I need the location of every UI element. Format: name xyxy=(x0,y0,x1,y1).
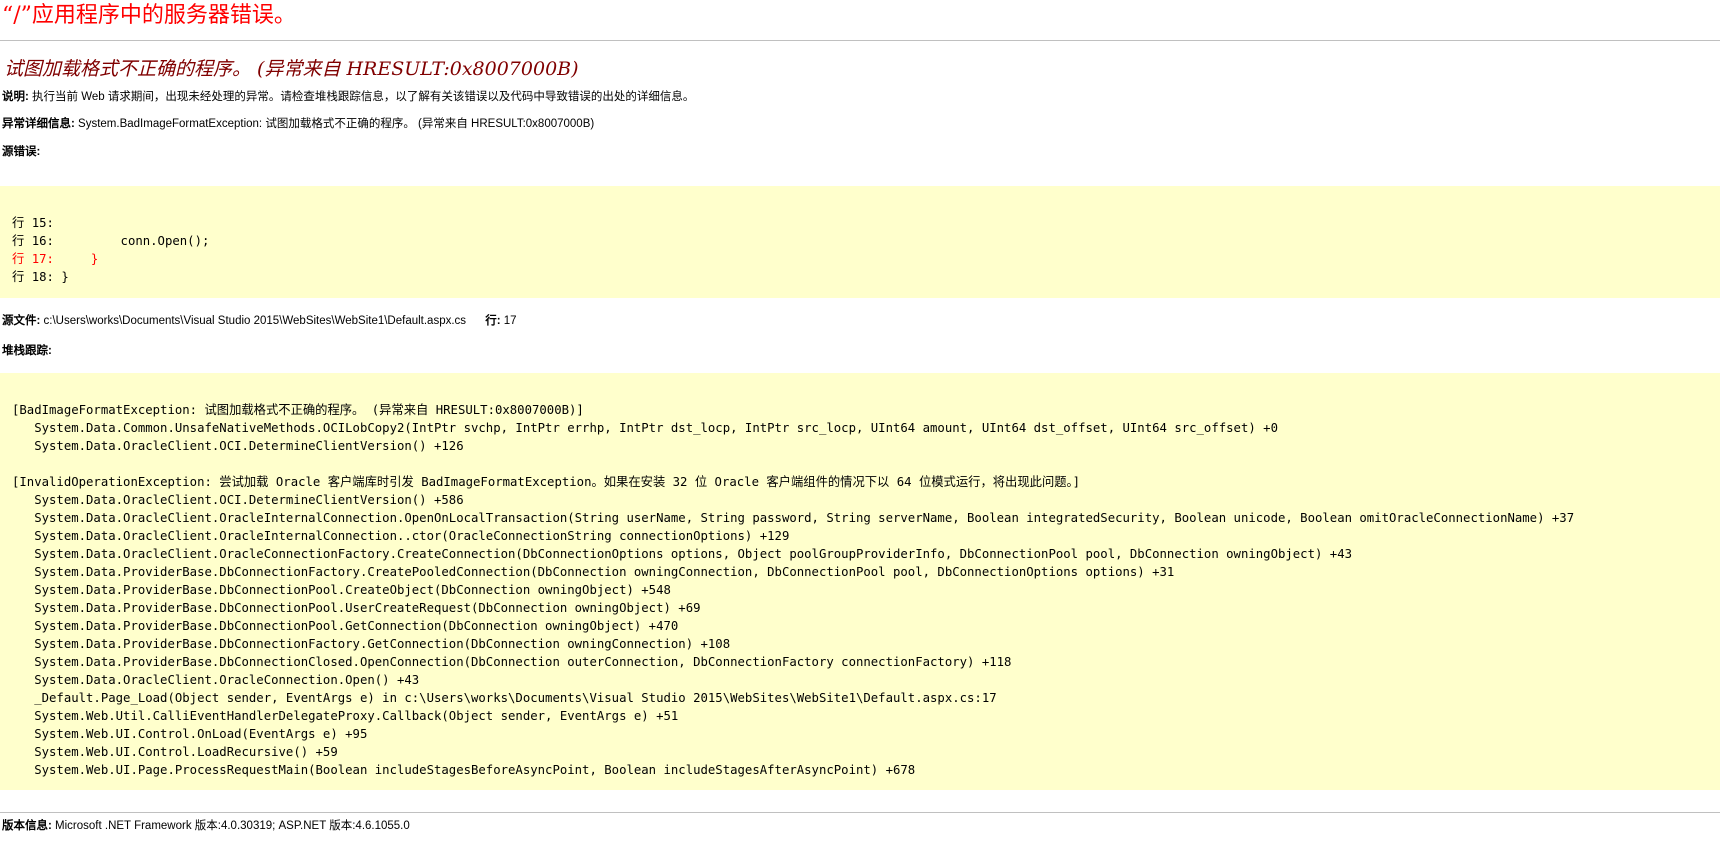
stack-trace-exception: [InvalidOperationException: 尝试加载 Oracle … xyxy=(12,475,1081,489)
stack-trace-frame: System.Data.ProviderBase.DbConnectionPoo… xyxy=(34,601,701,615)
source-line-label: 行: xyxy=(485,315,501,327)
exception-details-text: System.BadImageFormatException: 试图加载格式不正… xyxy=(78,118,595,130)
stack-trace-frame: System.Data.OracleClient.OracleInternalC… xyxy=(34,529,790,543)
stack-trace-frame: System.Data.ProviderBase.DbConnectionPoo… xyxy=(34,583,671,597)
stack-trace-frame: System.Data.OracleClient.OCI.DetermineCl… xyxy=(34,439,464,453)
source-file-path: c:\Users\works\Documents\Visual Studio 2… xyxy=(43,315,467,327)
stack-trace-frame: System.Data.ProviderBase.DbConnectionFac… xyxy=(34,565,1175,579)
stack-trace-code-block: [BadImageFormatException: 试图加载格式不正确的程序。 … xyxy=(0,373,1720,790)
source-file-label: 源文件: xyxy=(2,315,41,327)
stack-trace-frame: System.Data.OracleClient.OCI.DetermineCl… xyxy=(34,493,464,507)
version-info-text: Microsoft .NET Framework 版本:4.0.30319; A… xyxy=(55,820,410,832)
stack-trace-label: 堆栈跟踪: xyxy=(2,345,52,357)
source-error-line: 源错误: xyxy=(2,144,40,160)
source-line-number: 17 xyxy=(503,315,517,327)
source-error-label: 源错误: xyxy=(2,146,41,158)
error-heading: 试图加载格式不正确的程序。 (异常来自 HRESULT:0x8007000B) xyxy=(4,58,579,80)
stack-trace-frame: System.Data.ProviderBase.DbConnectionPoo… xyxy=(34,619,679,633)
stack-trace-frame: System.Data.OracleClient.OracleInternalC… xyxy=(34,511,1575,525)
source-error-code: 行 15: 行 16: conn.Open(); 行 17: } 行 18: } xyxy=(12,214,1720,286)
stack-trace-frame: System.Web.Util.CalliEventHandlerDelegat… xyxy=(34,709,679,723)
stack-trace-code: [BadImageFormatException: 试图加载格式不正确的程序。 … xyxy=(12,401,1720,779)
stack-trace-frame: System.Data.OracleClient.OracleConnectio… xyxy=(34,547,1352,561)
source-line-15: 行 15: xyxy=(12,216,54,230)
stack-trace-exception: [BadImageFormatException: 试图加载格式不正确的程序。 … xyxy=(12,403,584,417)
description-label: 说明: xyxy=(2,91,29,103)
stack-trace-frame: _Default.Page_Load(Object sender, EventA… xyxy=(34,691,997,705)
footer-divider xyxy=(0,812,1720,813)
description-text: 执行当前 Web 请求期间，出现未经处理的异常。请检查堆栈跟踪信息，以了解有关该… xyxy=(32,91,695,103)
exception-details-line: 异常详细信息: System.BadImageFormatException: … xyxy=(2,116,594,132)
stack-trace-frame: System.Data.OracleClient.OracleConnectio… xyxy=(34,673,420,687)
source-line-18: 行 18: } xyxy=(12,270,69,284)
stack-trace-frame: System.Data.Common.UnsafeNativeMethods.O… xyxy=(34,421,1278,435)
stack-trace-gap xyxy=(12,455,1720,473)
exception-details-label: 异常详细信息: xyxy=(2,118,75,130)
stack-trace-frame: System.Web.UI.Control.OnLoad(EventArgs e… xyxy=(34,727,368,741)
source-line-17: 行 17: } xyxy=(12,252,99,266)
source-file-line: 源文件: c:\Users\works\Documents\Visual Stu… xyxy=(2,313,517,329)
stack-trace-frame: System.Web.UI.Control.LoadRecursive() +5… xyxy=(34,745,338,759)
description-line: 说明: 执行当前 Web 请求期间，出现未经处理的异常。请检查堆栈跟踪信息，以了… xyxy=(2,89,694,105)
stack-trace-frame: System.Web.UI.Page.ProcessRequestMain(Bo… xyxy=(34,763,916,777)
stack-trace-frame: System.Data.ProviderBase.DbConnectionFac… xyxy=(34,637,731,651)
stack-trace-frame: System.Data.ProviderBase.DbConnectionClo… xyxy=(34,655,1012,669)
version-info-label: 版本信息: xyxy=(2,820,52,832)
source-error-code-block: 行 15: 行 16: conn.Open(); 行 17: } 行 18: } xyxy=(0,186,1720,298)
source-line-16: 行 16: conn.Open(); xyxy=(12,234,210,248)
title-divider xyxy=(0,40,1720,41)
stack-trace-line: 堆栈跟踪: xyxy=(2,343,52,359)
version-info-line: 版本信息: Microsoft .NET Framework 版本:4.0.30… xyxy=(2,818,410,834)
page-title: “/”应用程序中的服务器错误。 xyxy=(2,3,296,28)
